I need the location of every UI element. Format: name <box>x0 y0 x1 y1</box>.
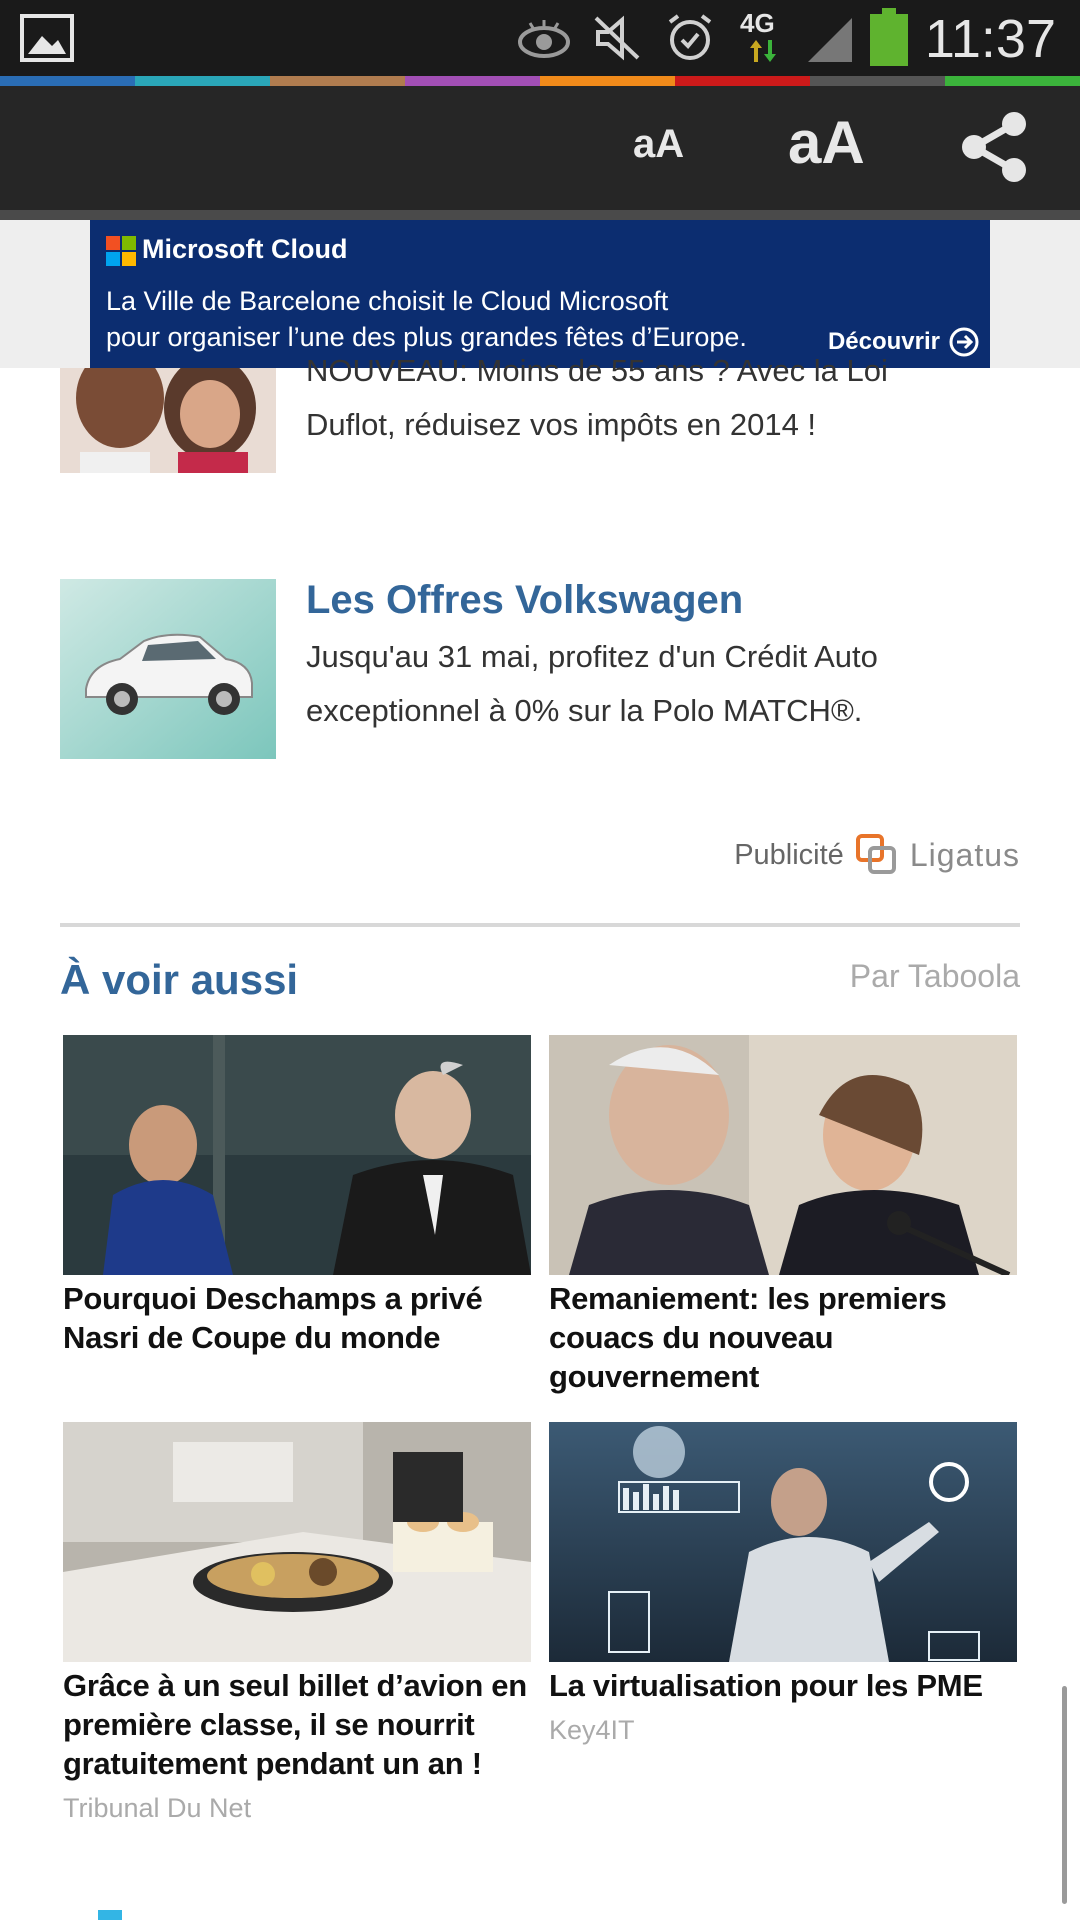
color-strip-segment <box>675 76 810 86</box>
related-card-source: Tribunal Du Net <box>63 1793 252 1823</box>
ad-item-1-image[interactable] <box>60 368 276 473</box>
gallery-icon <box>20 14 74 62</box>
color-strip <box>0 76 1080 86</box>
related-card-title: La virtualisation pour les PME <box>549 1668 983 1703</box>
banner-line-1: La Ville de Barcelone choisit le Cloud M… <box>106 286 669 316</box>
ad-item-2-line-2: exceptionnel à 0% sur la Polo MATCH®. <box>306 693 863 728</box>
eye-icon <box>518 20 570 58</box>
network-type: 4G <box>740 8 775 38</box>
taboola-attribution[interactable]: Par Taboola <box>850 958 1020 995</box>
ad-item-1-line-2: Duflot, réduisez vos impôts en 2014 ! <box>306 407 817 442</box>
related-card-title: Pourquoi Deschamps a privé Nasri de Coup… <box>63 1281 483 1355</box>
color-strip-segment <box>405 76 540 86</box>
scrollbar[interactable] <box>1062 1686 1067 1904</box>
toolbar-shadow <box>0 210 1080 220</box>
section-divider <box>60 923 1020 927</box>
clock: 11:37 <box>924 9 1056 69</box>
related-card-title: Grâce à un seul billet d’avion en premiè… <box>63 1668 527 1781</box>
ligatus-brand: Ligatus <box>909 836 1020 873</box>
banner-brand: Microsoft Cloud <box>142 234 348 264</box>
related-card[interactable]: Pourquoi Deschamps a privé Nasri de Coup… <box>63 1035 531 1357</box>
article-toolbar <box>0 86 1080 210</box>
ad-item-2-text[interactable]: Jusqu'au 31 mai, profitez d'un Crédit Au… <box>306 630 1026 738</box>
related-card-title: Remaniement: les premiers couacs du nouv… <box>549 1281 947 1394</box>
related-card-image <box>549 1422 1017 1662</box>
football-photo <box>63 1035 531 1275</box>
ad-item-2-title[interactable]: Les Offres Volkswagen <box>306 578 743 623</box>
color-strip-segment <box>810 76 945 86</box>
ad-item-2-line-1: Jusqu'au 31 mai, profitez d'un Crédit Au… <box>306 639 878 674</box>
ligatus-logo-icon <box>855 834 896 874</box>
color-strip-segment <box>945 76 1080 86</box>
ad-attribution[interactable]: Publicité Ligatus <box>734 832 1020 878</box>
car-photo <box>60 579 276 759</box>
related-card[interactable]: Remaniement: les premiers couacs du nouv… <box>549 1035 1017 1396</box>
color-strip-segment <box>270 76 405 86</box>
ad-item-1-line-1: NOUVEAU: Moins de 55 ans ? Avec la Loi <box>306 353 888 388</box>
signal-icon <box>808 18 852 62</box>
related-card-image <box>63 1035 531 1275</box>
mute-icon <box>594 15 640 61</box>
page-indicator <box>98 1910 122 1920</box>
related-card-source: Key4IT <box>549 1715 635 1745</box>
status-bar: 4G 11:37 <box>0 0 1080 76</box>
couple-photo <box>60 368 276 473</box>
related-card[interactable]: Grâce à un seul billet d’avion en premiè… <box>63 1422 531 1824</box>
color-strip-segment <box>0 76 135 86</box>
related-card-image <box>549 1035 1017 1275</box>
publicite-label: Publicité <box>734 838 844 871</box>
color-strip-segment <box>135 76 270 86</box>
font-increase-button[interactable]: aA <box>788 108 865 177</box>
share-icon[interactable] <box>960 110 1030 184</box>
related-section-title: À voir aussi <box>60 956 299 1003</box>
font-decrease-button[interactable]: aA <box>633 122 684 167</box>
ad-item-2-image[interactable] <box>60 579 276 759</box>
airplane-meal-photo <box>63 1422 531 1662</box>
battery-icon <box>870 8 908 66</box>
alarm-icon <box>668 14 712 60</box>
virtualisation-photo <box>549 1422 1017 1662</box>
network-arrows-icon <box>750 40 776 62</box>
microsoft-logo-icon <box>106 236 136 266</box>
ad-item-1-text[interactable]: NOUVEAU: Moins de 55 ans ? Avec la Loi D… <box>306 344 1026 452</box>
related-card-image <box>63 1422 531 1662</box>
politicians-photo <box>549 1035 1017 1275</box>
related-card[interactable]: La virtualisation pour les PME Key4IT <box>549 1422 1017 1746</box>
color-strip-segment <box>540 76 675 86</box>
